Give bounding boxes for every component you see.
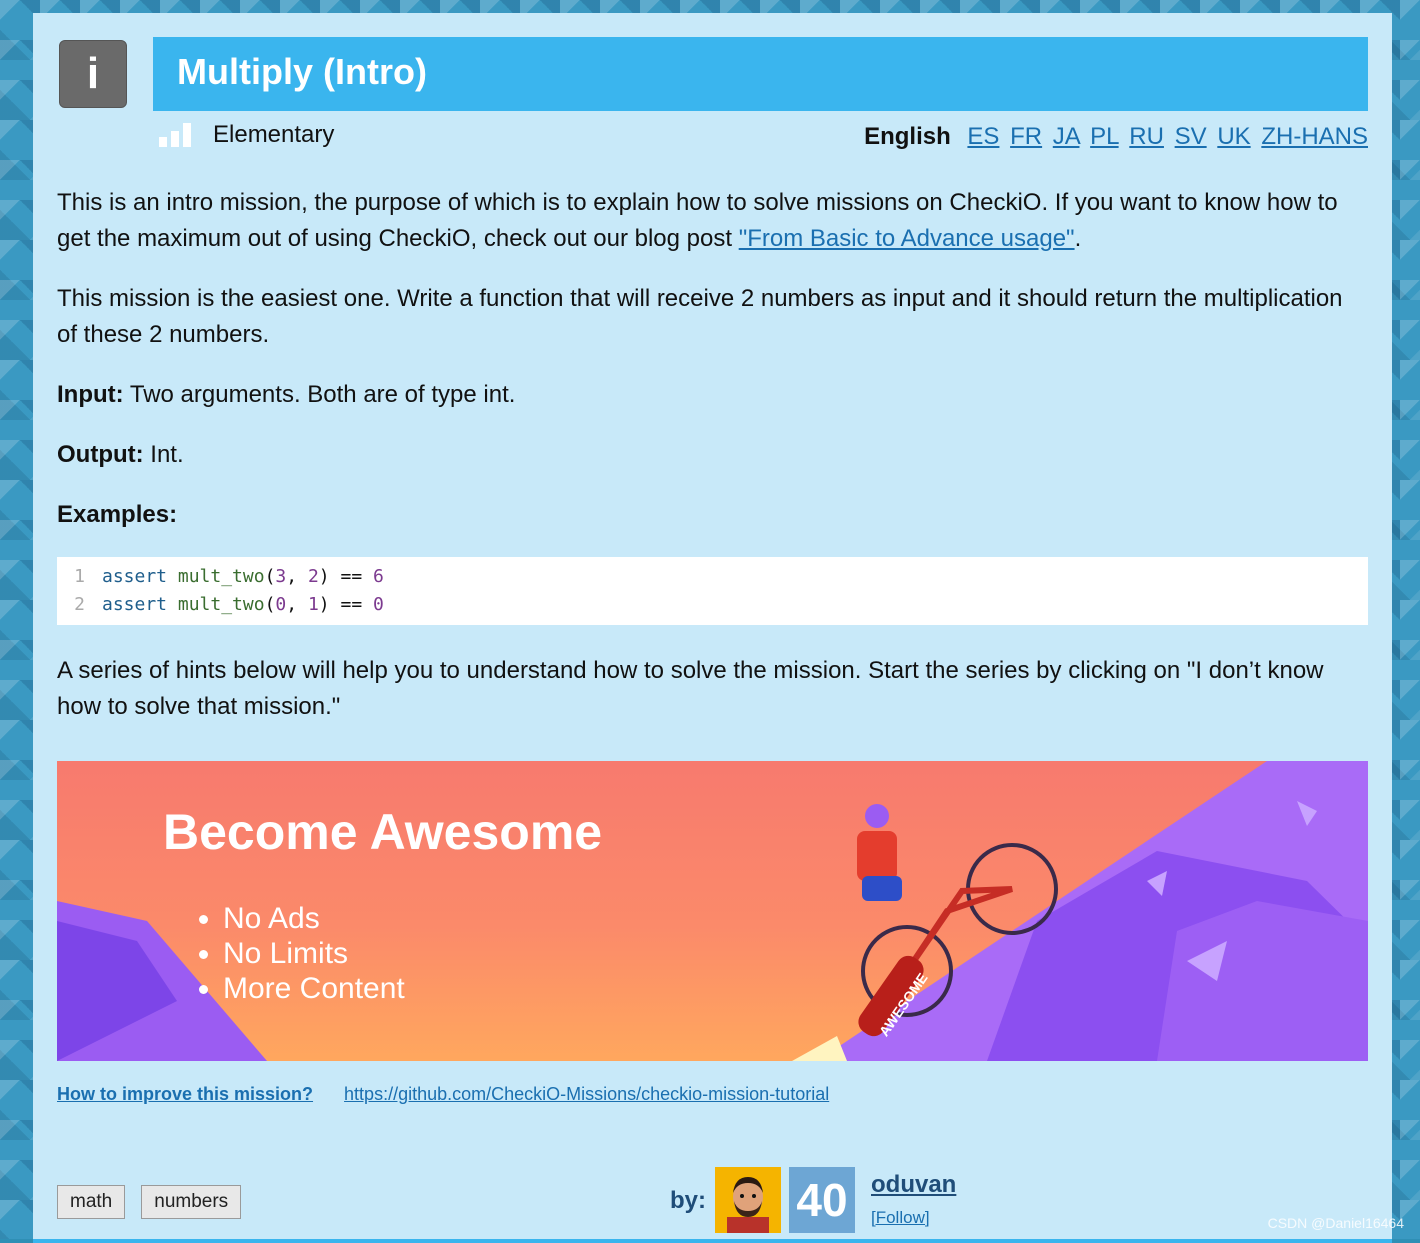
lang-link-uk[interactable]: UK: [1217, 123, 1250, 150]
line-number: 1: [74, 566, 85, 587]
difficulty-label: Elementary: [213, 121, 335, 148]
github-repo-link[interactable]: https://github.com/CheckiO-Missions/chec…: [344, 1084, 829, 1104]
code-keyword: assert: [102, 594, 168, 615]
code-arg: 0: [275, 594, 287, 615]
code-keyword: assert: [102, 566, 168, 587]
author-name: oduvan: [871, 1171, 956, 1199]
tag-math[interactable]: math: [57, 1185, 126, 1219]
code-sep: ,: [286, 594, 308, 615]
lang-link-ru[interactable]: RU: [1129, 123, 1164, 150]
code-example-block: 1 assert mult_two(3, 2) == 6 2 assert mu…: [57, 557, 1368, 625]
output-paragraph: Output: Int.: [57, 437, 1368, 473]
info-icon[interactable]: i: [59, 40, 127, 108]
watermark: CSDN @Daniel16464: [1267, 1215, 1404, 1231]
output-label: Output:: [57, 441, 144, 468]
banner-benefits-list: No Ads No Limits More Content: [199, 901, 405, 1006]
blog-post-link[interactable]: "From Basic to Advance usage": [739, 225, 1075, 252]
page-title: Multiply (Intro): [177, 51, 427, 92]
input-paragraph: Input: Two arguments. Both are of type i…: [57, 377, 1368, 413]
lang-link-ja[interactable]: JA: [1053, 123, 1080, 150]
code-function: mult_two: [177, 594, 265, 615]
output-text: Int.: [143, 441, 184, 468]
task-paragraph: This mission is the easiest one. Write a…: [57, 285, 1343, 348]
code-function: mult_two: [177, 566, 265, 587]
author-by-label: by:: [670, 1187, 706, 1214]
intro-text: This is an intro mission, the purpose of…: [57, 189, 1338, 252]
input-text: Two arguments. Both are of type int.: [123, 381, 516, 408]
line-number: 2: [74, 594, 85, 615]
improve-mission-row: How to improve this mission? https://git…: [57, 1084, 829, 1105]
tag-list: math numbers: [57, 1185, 242, 1219]
rider-helmet: [865, 804, 889, 828]
intro-end: .: [1074, 225, 1082, 252]
mission-card: i Multiply (Intro) Elementary English ES…: [33, 13, 1392, 1243]
code-line: 1 assert mult_two(3, 2) == 6: [57, 563, 1368, 591]
improve-mission-link[interactable]: How to improve this mission?: [57, 1084, 313, 1104]
current-language: English: [864, 123, 951, 150]
intro-paragraph: This is an intro mission, the purpose of…: [57, 185, 1368, 257]
code-arg: 2: [307, 566, 319, 587]
code-paren: ): [318, 566, 330, 587]
code-result: 6: [373, 566, 384, 587]
promo-banner[interactable]: AWESOME Become Awesome No Ads No Limits …: [57, 761, 1368, 1061]
lang-link-pl[interactable]: PL: [1090, 123, 1118, 150]
mission-description: This is an intro mission, the purpose of…: [57, 185, 1368, 749]
tag-numbers[interactable]: numbers: [141, 1185, 242, 1219]
lang-link-sv[interactable]: SV: [1175, 123, 1207, 150]
lang-link-zh-hans[interactable]: ZH-HANS: [1261, 123, 1368, 150]
title-bar: Multiply (Intro): [153, 37, 1368, 111]
difficulty-bars-icon: [159, 123, 191, 147]
code-operator: ==: [329, 566, 373, 587]
input-label: Input:: [57, 381, 124, 408]
code-arg: 1: [307, 594, 319, 615]
avatar[interactable]: [715, 1167, 781, 1233]
code-result: 0: [373, 594, 384, 615]
author-score-badge: 40: [789, 1167, 855, 1233]
difficulty-level: Elementary: [159, 121, 334, 149]
code-paren: (: [264, 566, 276, 587]
author-avatar-image: [715, 1167, 781, 1233]
follow-link[interactable]: [Follow]: [871, 1208, 930, 1227]
code-paren: (: [264, 594, 276, 615]
code-operator: ==: [329, 594, 373, 615]
benefit-item: No Limits: [223, 936, 405, 971]
code-line: 2 assert mult_two(0, 1) == 0: [57, 591, 1368, 619]
benefit-item: More Content: [223, 971, 405, 1006]
lang-link-es[interactable]: ES: [967, 123, 999, 150]
lang-link-fr[interactable]: FR: [1010, 123, 1042, 150]
banner-title: Become Awesome: [163, 804, 603, 860]
author-profile-link[interactable]: oduvan: [871, 1171, 956, 1198]
code-paren: ): [318, 594, 330, 615]
code-sep: ,: [286, 566, 308, 587]
follow-row: [Follow]: [871, 1208, 930, 1228]
examples-label: Examples:: [57, 501, 178, 528]
hints-paragraph: A series of hints below will help you to…: [57, 657, 1324, 720]
language-switcher: English ES FR JA PL RU SV UK ZH-HANS: [864, 123, 1368, 151]
examples-heading: Examples:: [57, 497, 1368, 533]
code-arg: 3: [275, 566, 287, 587]
rider-body: [857, 831, 897, 881]
benefit-item: No Ads: [223, 901, 405, 936]
